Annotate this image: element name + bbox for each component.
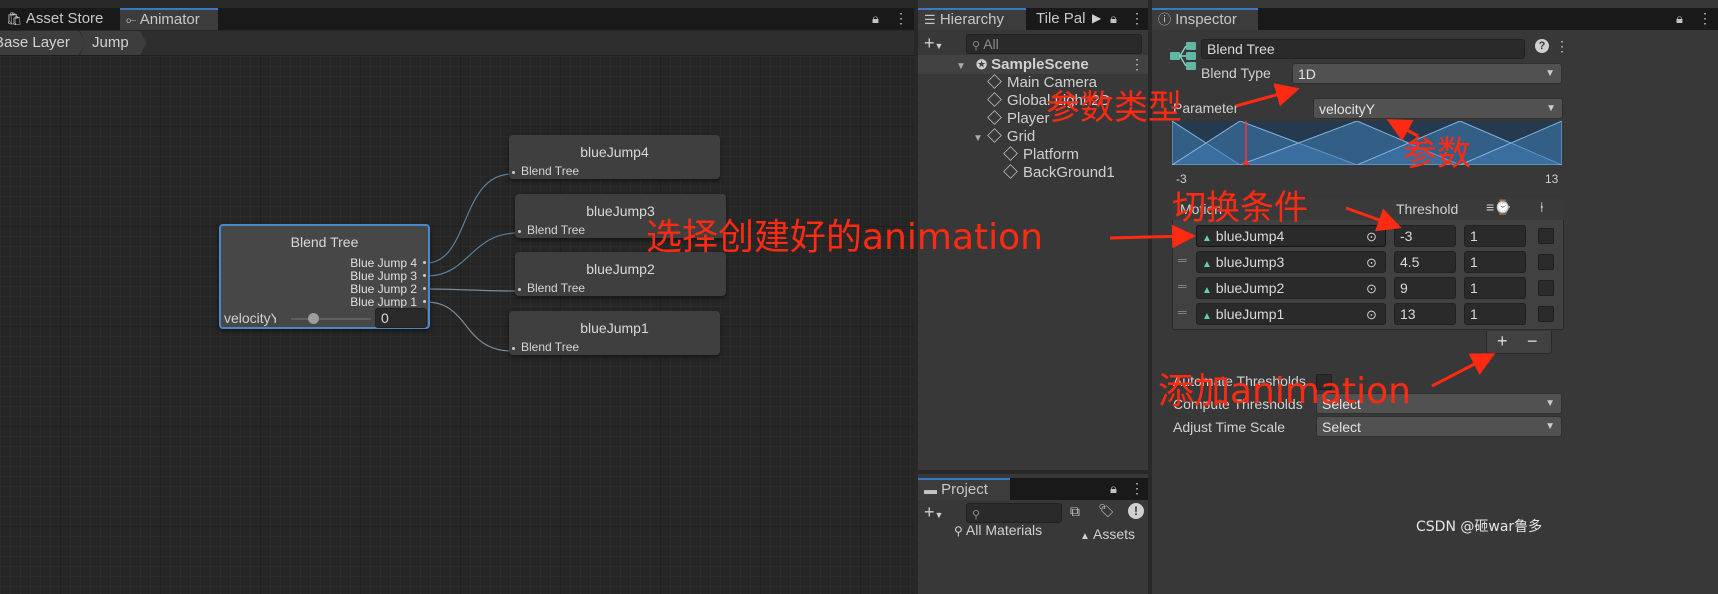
- annotation-choose-animation: 选择创建好的animation: [646, 217, 1043, 258]
- annotation-arrows: [1109, 83, 1496, 388]
- arrow-choose-animation: [1109, 224, 1196, 249]
- arrow-switch-condition: [1345, 206, 1402, 232]
- arrow-param-type: [1235, 83, 1300, 108]
- annotation-param: 参数: [1403, 134, 1471, 174]
- watermark: CSDN @砸war鲁多: [1416, 519, 1543, 535]
- annotation-param-type: 参数类型: [1046, 88, 1182, 128]
- annotation-switch-condition: 切换条件: [1172, 188, 1308, 228]
- annotation-add-animation: 添加animation: [1158, 371, 1411, 412]
- arrow-add-animation: [1431, 353, 1496, 388]
